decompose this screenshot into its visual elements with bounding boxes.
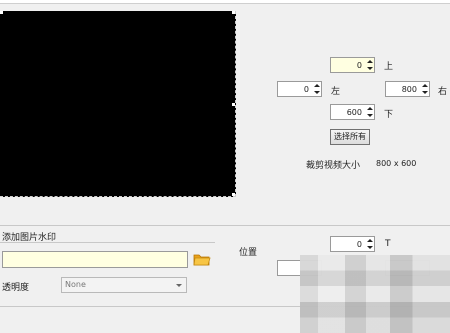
section-title-underline — [0, 242, 215, 243]
position-top-value: 0 — [356, 239, 362, 249]
crop-left-spinner[interactable]: 0 — [277, 81, 322, 97]
crop-left-label: 左 — [331, 87, 341, 97]
crop-handle-top-right[interactable] — [232, 11, 235, 14]
chevron-down-icon — [176, 284, 182, 287]
top-border — [0, 0, 450, 4]
watermark-image-path-field[interactable] — [2, 251, 188, 268]
crop-handle-bottom-right[interactable] — [232, 193, 235, 196]
crop-size-value: 800 x 600 — [376, 159, 417, 168]
crop-bottom-value: 600 — [346, 107, 362, 117]
crop-left-value: 0 — [303, 84, 309, 94]
position-top-spinner[interactable]: 0 — [330, 236, 375, 252]
spinner-arrows-icon[interactable] — [313, 82, 321, 96]
video-preview[interactable] — [0, 11, 236, 197]
blurred-region — [300, 255, 450, 333]
section-separator — [0, 225, 450, 226]
position-label: 位置 — [239, 248, 258, 258]
crop-top-spinner[interactable]: 0 — [330, 57, 375, 73]
crop-size-label: 裁剪视频大小 — [306, 161, 361, 171]
crop-handle-top-left[interactable] — [0, 11, 3, 14]
crop-right-value: 800 — [401, 84, 417, 94]
spinner-arrows-icon[interactable] — [366, 58, 374, 72]
spinner-arrows-icon[interactable] — [366, 105, 374, 119]
transparency-label: 透明度 — [2, 283, 30, 293]
crop-bottom-label: 下 — [384, 110, 394, 120]
crop-top-label: 上 — [384, 62, 394, 72]
transparency-select[interactable]: None — [61, 277, 187, 293]
crop-handle-right[interactable] — [232, 103, 235, 106]
transparency-select-value: None — [65, 280, 86, 289]
spinner-arrows-icon[interactable] — [421, 82, 429, 96]
crop-top-value: 0 — [356, 60, 362, 70]
crop-bottom-spinner[interactable]: 600 — [330, 104, 375, 120]
crop-right-label: 右 — [438, 87, 448, 97]
crop-right-spinner[interactable]: 800 — [385, 81, 430, 97]
select-all-button[interactable]: 选择所有 — [330, 129, 370, 145]
folder-icon[interactable] — [193, 252, 211, 267]
position-top-label: T — [385, 239, 391, 249]
spinner-arrows-icon[interactable] — [366, 237, 374, 251]
